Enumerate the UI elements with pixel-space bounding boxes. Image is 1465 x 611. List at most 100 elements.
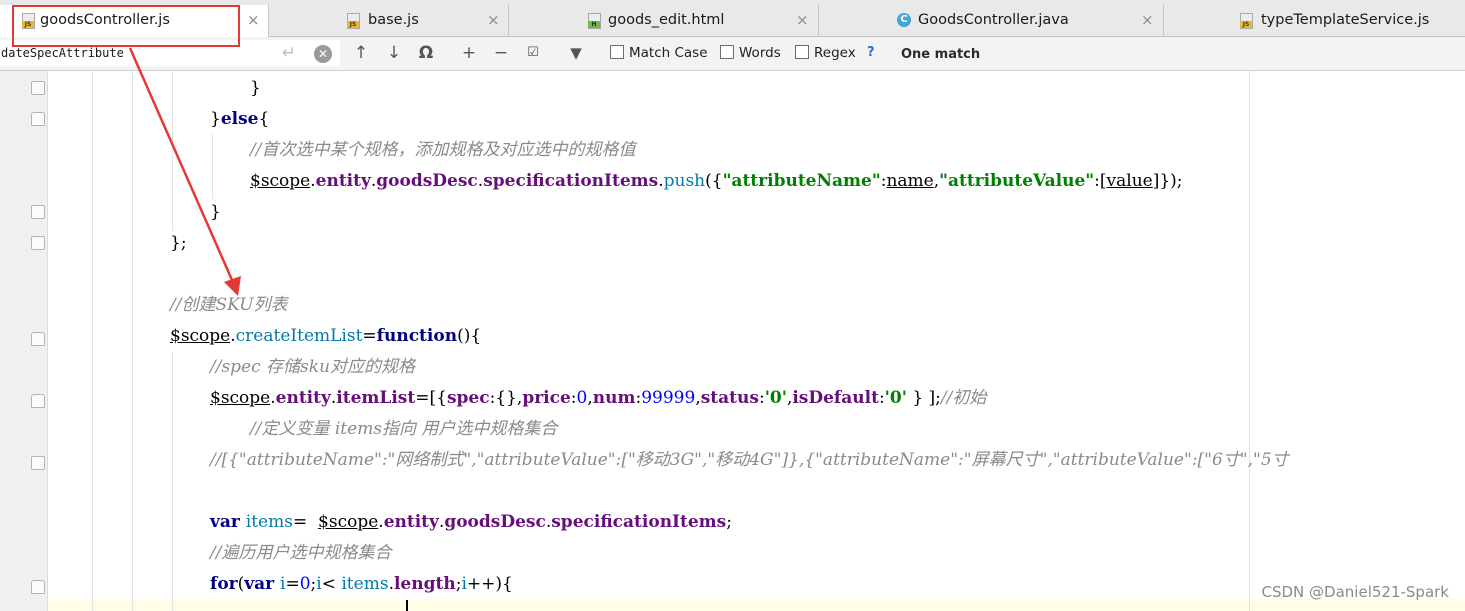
- code-token: //初始: [940, 388, 987, 408]
- code-token: ({: [705, 171, 723, 191]
- code-line: };: [170, 228, 187, 259]
- fold-marker-icon[interactable]: [31, 112, 45, 126]
- code-token: spec: [446, 388, 490, 408]
- code-token: =: [362, 326, 377, 346]
- clear-search-icon[interactable]: ✕: [314, 45, 332, 63]
- code-token: //spec 存储sku对应的规格: [210, 357, 416, 377]
- fold-marker-icon[interactable]: [31, 394, 45, 408]
- checkbox-icon: [610, 45, 624, 59]
- code-token: else: [220, 109, 259, 129]
- code-token: $scope: [170, 326, 231, 346]
- code-token: //定义变量 items指向 用户选中规格集合: [250, 419, 558, 439]
- code-token: items: [341, 574, 389, 594]
- code-line: }else{: [210, 104, 269, 135]
- code-token: value: [1106, 171, 1153, 191]
- fold-marker-icon[interactable]: [31, 205, 45, 219]
- close-icon[interactable]: ×: [247, 11, 260, 29]
- code-token: }: [250, 78, 261, 98]
- tab-base-js[interactable]: JS base.js ×: [269, 5, 509, 36]
- js-file-icon: JS: [347, 13, 360, 29]
- fold-marker-icon[interactable]: [31, 456, 45, 470]
- enter-icon: ↵: [281, 43, 297, 63]
- select-all-occurrences-icon[interactable]: Ω: [414, 42, 438, 64]
- code-line: for(var i=0;i< items.length;i++){: [210, 569, 513, 600]
- code-token: goodsDesc: [444, 512, 546, 532]
- code-token: createItemList: [235, 326, 363, 346]
- checkbox-label: Regex: [814, 45, 856, 61]
- code-token: specificationItems: [551, 512, 727, 532]
- code-token: :{},: [489, 388, 523, 408]
- code-token: ;: [726, 512, 732, 532]
- previous-occurrence-icon[interactable]: ↑: [351, 42, 371, 64]
- code-line: //遍历用户选中规格集合: [210, 538, 391, 569]
- code-token: push: [663, 171, 706, 191]
- next-occurrence-icon[interactable]: ↓: [384, 42, 404, 64]
- code-token: 0: [576, 388, 588, 408]
- code-token: items: [245, 512, 293, 532]
- regex-checkbox[interactable]: Regex: [795, 45, 856, 63]
- code-line: var items= $scope.entity.goodsDesc.speci…: [210, 507, 732, 538]
- find-bar: ↵ ✕ ↑ ↓ Ω + − ☑ ▼ Match Case Words Regex…: [0, 37, 1465, 71]
- code-token: entity: [383, 512, 439, 532]
- indent-guide: [172, 351, 173, 611]
- tab-typetemplateservice-js[interactable]: JS typeTemplateService.js: [1164, 5, 1465, 36]
- words-checkbox[interactable]: Words: [720, 45, 781, 63]
- html-file-icon: H: [588, 13, 601, 29]
- code-token: } ];: [906, 388, 941, 408]
- fold-marker-icon[interactable]: [31, 580, 45, 594]
- code-token: $scope: [250, 171, 311, 191]
- js-file-icon: JS: [22, 13, 35, 29]
- close-icon[interactable]: ×: [796, 11, 809, 29]
- code-token: //创建SKU列表: [170, 295, 288, 315]
- code-token: var: [210, 512, 246, 532]
- editor-tab-bar: JS goodsController.js × JS base.js × H g…: [0, 5, 1465, 37]
- code-token: name: [886, 171, 934, 191]
- code-line: //[{"attributeName":"网络制式","attributeVal…: [210, 445, 1289, 476]
- code-token: //[{"attributeName":"网络制式","attributeVal…: [210, 450, 1289, 470]
- remove-selection-icon[interactable]: −: [490, 42, 512, 64]
- help-icon[interactable]: ?: [867, 45, 875, 60]
- code-token: //遍历用户选中规格集合: [210, 543, 392, 563]
- code-token: price: [522, 388, 571, 408]
- fold-marker-icon[interactable]: [31, 81, 45, 95]
- watermark: CSDN @Daniel521-Spark: [1261, 583, 1449, 601]
- indent-guide: [212, 133, 213, 199]
- code-token: <: [321, 574, 342, 594]
- fold-marker-icon[interactable]: [31, 332, 45, 346]
- gutter-divider: [47, 71, 48, 611]
- close-icon[interactable]: ×: [1141, 11, 1154, 29]
- code-token: var: [244, 574, 281, 594]
- add-selection-icon[interactable]: +: [458, 42, 480, 64]
- fold-marker-icon[interactable]: [31, 236, 45, 250]
- current-line-highlight: [0, 599, 1465, 611]
- java-class-icon: C: [897, 13, 911, 27]
- code-token: itemList: [336, 388, 416, 408]
- select-all-checkbox-icon[interactable]: ☑: [522, 42, 544, 64]
- checkbox-label: Match Case: [629, 45, 708, 61]
- tab-label: goodsController.js: [40, 12, 170, 28]
- tab-goodscontroller-js[interactable]: JS goodsController.js ×: [0, 5, 269, 37]
- code-token: goodsDesc: [376, 171, 478, 191]
- code-token: $scope: [318, 512, 379, 532]
- tab-goodscontroller-java[interactable]: C GoodsController.java ×: [819, 5, 1164, 36]
- code-token: "attributeValue": [939, 171, 1095, 191]
- code-line: //spec 存储sku对应的规格: [210, 352, 415, 383]
- code-line: }: [250, 73, 261, 104]
- filter-icon[interactable]: ▼: [565, 42, 587, 64]
- tab-goods-edit-html[interactable]: H goods_edit.html ×: [509, 5, 819, 36]
- code-token: specificationItems: [483, 171, 659, 191]
- close-icon[interactable]: ×: [487, 11, 500, 29]
- code-token: {: [258, 109, 270, 129]
- code-token: }: [210, 202, 221, 222]
- code-token: '0': [884, 388, 907, 408]
- code-line: //定义变量 items指向 用户选中规格集合: [250, 414, 557, 445]
- code-line: //首次选中某个规格，添加规格及对应选中的规格值: [250, 135, 635, 166]
- js-file-icon: JS: [1240, 13, 1253, 29]
- code-token: }: [210, 109, 221, 129]
- code-token: 0: [299, 574, 311, 594]
- code-token: for: [210, 574, 238, 594]
- checkbox-icon: [720, 45, 734, 59]
- code-editor[interactable]: }}else{//首次选中某个规格，添加规格及对应选中的规格值 $scope.en…: [0, 71, 1465, 611]
- indent-guide: [132, 71, 133, 611]
- match-case-checkbox[interactable]: Match Case: [610, 45, 708, 63]
